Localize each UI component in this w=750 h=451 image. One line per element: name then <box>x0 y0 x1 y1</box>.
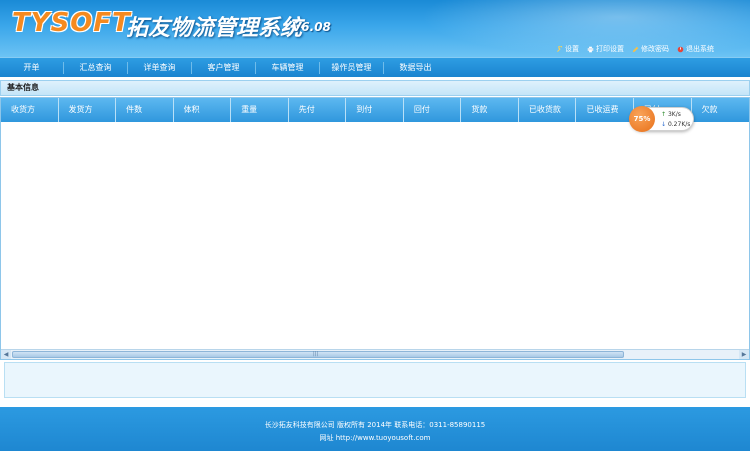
column-header-goods-payment[interactable]: 货款 <box>461 98 519 122</box>
column-header-receiver[interactable]: 收货方 <box>1 98 59 122</box>
download-speed-value: 0.27K/s <box>667 121 691 128</box>
column-header-prepaid[interactable]: 先付 <box>289 98 347 122</box>
nav-item-operator-management[interactable]: 操作员管理 <box>320 58 383 77</box>
data-grid: 收货方 发货方 件数 体积 重量 先付 到付 回付 货款 已收货款 已收运费 已… <box>0 97 750 360</box>
nav-item-detail-query[interactable]: 详单查询 <box>128 58 191 77</box>
nav-item-customer-management[interactable]: 客户管理 <box>192 58 255 77</box>
column-header-pay-on-arrival[interactable]: 到付 <box>346 98 404 122</box>
upload-speed-value: 3K/s <box>667 111 681 118</box>
settings-link[interactable]: 设置 <box>556 44 579 54</box>
upload-speed: ↑ 3K/s <box>661 111 681 118</box>
scroll-right-icon[interactable]: ▶ <box>739 350 749 359</box>
pencil-icon <box>632 46 639 52</box>
logo-version: V6.08 <box>292 20 331 34</box>
down-arrow-icon: ↓ <box>661 121 667 128</box>
exit-system-link-label: 退出系统 <box>686 45 714 53</box>
up-arrow-icon: ↑ <box>661 111 667 118</box>
logo-app-name: 拓友物流管理系统 <box>126 16 303 41</box>
column-header-volume[interactable]: 体积 <box>174 98 232 122</box>
logo-brand: TYSOFT <box>12 8 131 38</box>
footer-copyright: 长沙拓友科技有限公司 版权所有 2014年 联系电话：0311-85890115 <box>264 421 486 429</box>
network-speed-widget[interactable]: 75% ↑ 3K/s ↓ 0.27K/s <box>629 106 694 132</box>
change-password-link-label: 修改密码 <box>641 45 669 53</box>
header-links: 设置 打印设置 修改密码 退出系统 <box>556 44 714 54</box>
settings-link-label: 设置 <box>565 45 579 53</box>
nav-item-create-order[interactable]: 开单 <box>0 58 63 77</box>
column-header-sender[interactable]: 发货方 <box>59 98 117 122</box>
footer-website[interactable]: 网址 http://www.tuoyousoft.com <box>0 433 750 443</box>
status-panel <box>4 362 746 398</box>
exit-icon <box>677 46 684 52</box>
app-footer: 长沙拓友科技有限公司 版权所有 2014年 联系电话：0311-85890115… <box>0 407 750 451</box>
nav-item-vehicle-management[interactable]: 车辆管理 <box>256 58 319 77</box>
column-header-pay-on-return[interactable]: 回付 <box>404 98 462 122</box>
exit-system-link[interactable]: 退出系统 <box>677 44 714 54</box>
nav-item-summary-query[interactable]: 汇总查询 <box>64 58 127 77</box>
download-speed: ↓ 0.27K/s <box>661 121 690 128</box>
scrollbar-grip-icon: ||| <box>313 351 319 357</box>
print-settings-link[interactable]: 打印设置 <box>587 44 624 54</box>
column-header-received-goods-payment[interactable]: 已收货款 <box>519 98 577 122</box>
speed-percent-badge: 75% <box>629 106 655 132</box>
nav-item-data-export[interactable]: 数据导出 <box>384 58 447 77</box>
main-nav: 开单 汇总查询 详单查询 客户管理 车辆管理 操作员管理 数据导出 <box>0 57 750 77</box>
printer-icon <box>587 46 594 52</box>
column-header-received-freight[interactable]: 已收运费 <box>576 98 635 122</box>
column-header-owed[interactable]: 欠款 <box>692 98 749 122</box>
wrench-icon <box>557 45 563 52</box>
app-header: TYSOFT 拓友物流管理系统 V6.08 设置 打印设置 修改密码 退出系统 <box>0 0 750 57</box>
section-title: 基本信息 <box>0 80 750 96</box>
column-header-weight[interactable]: 重量 <box>231 98 289 122</box>
horizontal-scrollbar[interactable]: ◀ ||| ▶ <box>1 349 749 359</box>
column-header-pieces[interactable]: 件数 <box>116 98 174 122</box>
print-settings-link-label: 打印设置 <box>596 45 624 53</box>
change-password-link[interactable]: 修改密码 <box>632 44 669 54</box>
scroll-left-icon[interactable]: ◀ <box>1 350 11 359</box>
